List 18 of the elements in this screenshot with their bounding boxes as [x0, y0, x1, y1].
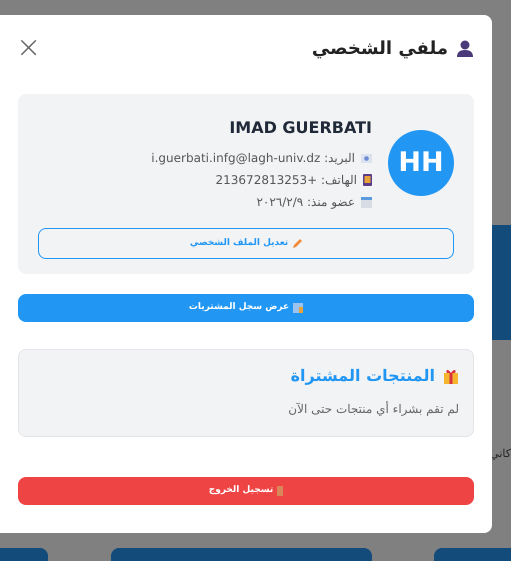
empty-message: لم تقم بشراء أي منتجات حتى الآن: [287, 400, 459, 418]
envelope-icon: [361, 154, 372, 162]
phone-icon: [363, 174, 372, 186]
avatar: HH: [388, 130, 454, 196]
calendar-icon: [361, 196, 372, 208]
pencil-icon: [292, 238, 302, 248]
edit-profile-button[interactable]: تعديل الملف الشخصي: [38, 228, 454, 259]
modal-title: ملفي الشخصي: [312, 36, 448, 60]
close-button[interactable]: ×: [16, 33, 42, 63]
detail-text: الهاتف: +213672813253: [216, 172, 357, 189]
detail-text: عضو منذ: ٢٠٢٦/٢/٩: [256, 194, 355, 211]
user-name: IMAD GUERBATI: [229, 117, 372, 139]
logout-button[interactable]: تسجيل الخروج: [18, 477, 474, 505]
section-title: المنتجات المشتراة: [290, 365, 435, 387]
person-icon: [456, 39, 474, 57]
detail-text: البريد: i.guerbati.infg@lagh-univ.dz: [151, 150, 355, 167]
purchase-history-button[interactable]: عرض سجل المشتريات: [18, 294, 474, 322]
gift-icon: [443, 368, 459, 384]
